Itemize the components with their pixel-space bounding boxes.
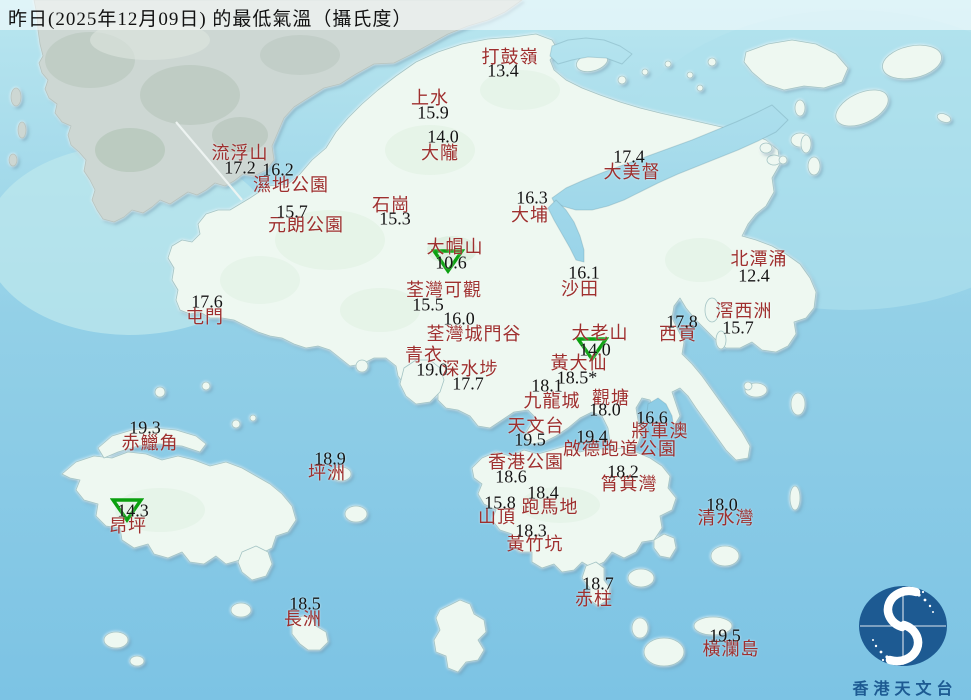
station-value: 19.3 [129, 418, 161, 439]
waglan-island-area [644, 638, 684, 666]
station-value: 19.4 [576, 427, 608, 448]
station-value: 18.4 [527, 483, 559, 504]
station-value: 18.0 [589, 400, 621, 421]
station-value: 10.6 [435, 253, 467, 274]
station-value: 15.7 [276, 202, 308, 223]
station-value: 15.5 [412, 295, 444, 316]
station-value: 15.7 [722, 318, 754, 339]
station-value: 15.8 [484, 493, 516, 514]
station-value: 18.6 [495, 467, 527, 488]
station-value: 16.2 [262, 160, 294, 181]
station-value: 14.0 [427, 127, 459, 148]
map-title: 昨日(2025年12月09日) 的最低氣溫（攝氏度） [8, 4, 412, 31]
station-value: 13.4 [487, 61, 519, 82]
station-value: 18.5 [289, 594, 321, 615]
station-value: 18.0 [706, 495, 738, 516]
station-value: 18.7 [582, 574, 614, 595]
station-value: 16.0 [443, 309, 475, 330]
station-value: 18.2 [607, 462, 639, 483]
station-value: 12.4 [738, 266, 770, 287]
station-value: 17.2 [224, 158, 256, 179]
hko-logo-emblem [845, 582, 965, 668]
station-value: 14.3 [117, 501, 149, 522]
hong-kong-territory-map [0, 0, 971, 700]
po-toi-islands [628, 569, 654, 587]
station-value: 16.3 [516, 188, 548, 209]
station-value: 19.5 [709, 626, 741, 647]
station-value: 17.4 [613, 147, 645, 168]
station-value: 15.3 [379, 209, 411, 230]
station-value: 18.1 [531, 376, 563, 397]
station-value: 18.3 [515, 521, 547, 542]
hko-logo: 香港天文台 HONG KONG OBSERVATORY [845, 582, 965, 700]
station-value: 17.8 [666, 312, 698, 333]
hko-logo-chinese: 香港天文台 [845, 675, 965, 699]
station-value: 16.6 [636, 408, 668, 429]
station-value: 16.1 [568, 263, 600, 284]
weather-map-canvas: 昨日(2025年12月09日) 的最低氣溫（攝氏度） 打鼓嶺13.4上水15.9… [0, 0, 971, 700]
station-value: 17.6 [191, 292, 223, 313]
station-value: 18.9 [314, 449, 346, 470]
station-value: 17.7 [452, 374, 484, 395]
station-value: 15.9 [417, 103, 449, 124]
